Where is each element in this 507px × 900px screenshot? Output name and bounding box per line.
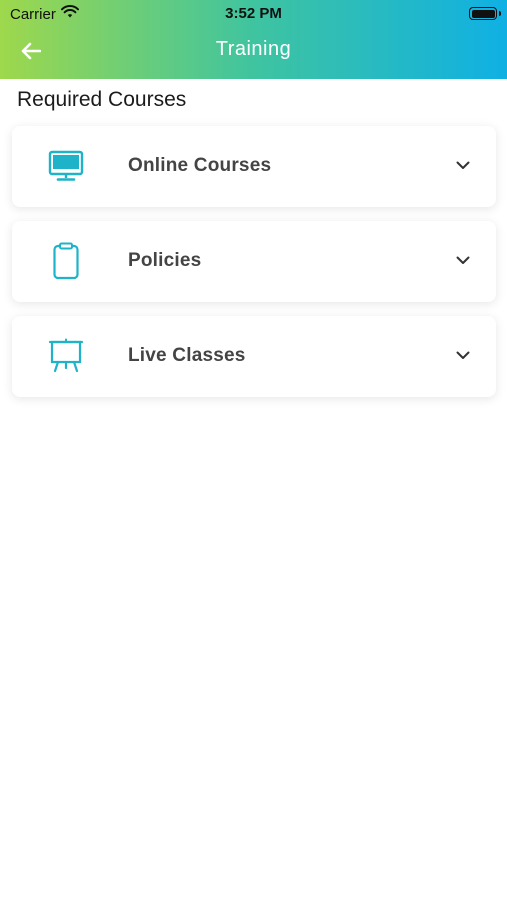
- course-card-live-classes[interactable]: Live Classes: [12, 316, 496, 397]
- course-label: Live Classes: [128, 345, 246, 366]
- status-time: 3:52 PM: [225, 5, 282, 22]
- course-card-policies[interactable]: Policies: [12, 221, 496, 302]
- battery-icon: [469, 7, 501, 20]
- course-label: Online Courses: [128, 155, 272, 176]
- course-label: Policies: [128, 250, 202, 271]
- status-bar: Carrier 3:52 PM: [0, 0, 507, 28]
- chevron-down-icon[interactable]: [454, 346, 472, 364]
- clipboard-icon: [46, 241, 86, 281]
- section-title: Required Courses: [17, 88, 187, 111]
- app-header: Carrier 3:52 PM Training: [0, 0, 507, 79]
- page-title: Training: [215, 38, 292, 60]
- monitor-icon: [46, 146, 86, 186]
- chevron-down-icon[interactable]: [454, 251, 472, 269]
- course-card-online-courses[interactable]: Online Courses: [12, 126, 496, 207]
- chevron-down-icon[interactable]: [454, 156, 472, 174]
- easel-icon: [46, 336, 86, 376]
